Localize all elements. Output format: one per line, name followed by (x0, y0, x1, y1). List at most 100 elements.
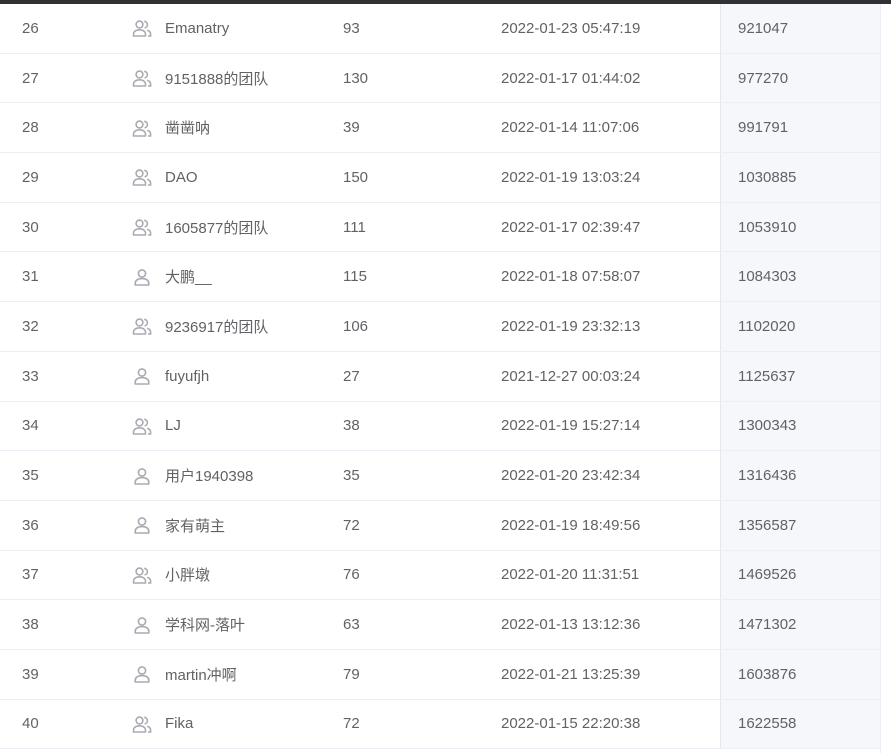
time-cell: 2022-01-19 13:03:24 (501, 168, 641, 186)
name-cell[interactable]: 大鹏__ (165, 252, 212, 301)
rank-cell: 28 (22, 119, 39, 137)
user-icon (132, 451, 152, 500)
score-cell: 1622558 (720, 699, 880, 749)
user-icon (132, 501, 152, 550)
time-cell: 2022-01-14 11:07:06 (501, 119, 640, 137)
team-icon (132, 54, 152, 103)
team-icon (132, 4, 152, 53)
score-cell: 1102020 (720, 302, 880, 351)
rank-cell: 38 (22, 616, 39, 634)
name-cell[interactable]: Fika (165, 700, 193, 749)
table-row[interactable]: 30 1605877的团队 111 2022-01-17 02:39:47 10… (0, 202, 880, 253)
table-row[interactable]: 33 fuyufjh 27 2021-12-27 00:03:24 112563… (0, 351, 880, 402)
time-cell: 2022-01-19 18:49:56 (501, 516, 641, 534)
time-cell: 2022-01-17 02:39:47 (501, 218, 641, 236)
name-cell[interactable]: 家有萌主 (165, 501, 225, 550)
score-cell: 1125637 (720, 351, 880, 401)
table-row[interactable]: 29 DAO 150 2022-01-19 13:03:24 1030885 (0, 153, 880, 203)
score-cell: 1469526 (720, 550, 880, 600)
count-cell: 115 (343, 268, 367, 286)
count-cell: 111 (343, 218, 366, 236)
leaderboard-table: 26 Emanatry 93 2022-01-23 05:47:19 92104… (0, 4, 880, 750)
time-cell: 2022-01-13 13:12:36 (501, 616, 641, 634)
count-cell: 130 (343, 69, 369, 87)
time-cell: 2022-01-21 13:25:39 (501, 665, 641, 683)
time-cell: 2022-01-18 07:58:07 (501, 268, 641, 286)
team-icon (132, 551, 152, 600)
time-cell: 2022-01-15 22:20:38 (501, 715, 641, 733)
rank-cell: 26 (22, 19, 39, 37)
count-cell: 150 (343, 168, 369, 186)
name-cell[interactable]: 学科网-落叶 (165, 600, 245, 649)
count-cell: 35 (343, 467, 360, 485)
table-row[interactable]: 35 用户1940398 35 2022-01-20 23:42:34 1316… (0, 451, 880, 501)
name-cell[interactable]: 凿凿呐 (165, 103, 210, 152)
count-cell: 106 (343, 317, 369, 335)
team-icon (132, 203, 152, 252)
count-cell: 63 (343, 616, 360, 634)
team-icon (132, 302, 152, 351)
name-cell[interactable]: DAO (165, 153, 198, 202)
rank-cell: 36 (22, 516, 39, 534)
table-row[interactable]: 38 学科网-落叶 63 2022-01-13 13:12:36 1471302 (0, 600, 880, 650)
table-row[interactable]: 34 LJ 38 2022-01-19 15:27:14 1300343 (0, 401, 880, 452)
team-icon (132, 103, 152, 152)
table-row[interactable]: 37 小胖墩 76 2022-01-20 11:31:51 1469526 (0, 550, 880, 601)
rank-cell: 33 (22, 367, 39, 385)
name-cell[interactable]: 小胖墩 (165, 551, 210, 600)
score-cell: 1603876 (720, 649, 880, 699)
count-cell: 27 (343, 367, 360, 385)
name-cell[interactable]: martin冲啊 (165, 650, 237, 699)
score-cell: 1471302 (720, 600, 880, 649)
score-cell: 977270 (720, 53, 880, 103)
count-cell: 38 (343, 417, 360, 435)
name-cell[interactable]: 1605877的团队 (165, 203, 268, 252)
time-cell: 2022-01-19 23:32:13 (501, 317, 641, 335)
table-row[interactable]: 39 martin冲啊 79 2022-01-21 13:25:39 16038… (0, 649, 880, 700)
name-cell[interactable]: 9151888的团队 (165, 54, 268, 103)
score-cell: 1030885 (720, 153, 880, 202)
user-icon (132, 650, 152, 699)
time-cell: 2021-12-27 00:03:24 (501, 367, 641, 385)
time-cell: 2022-01-23 05:47:19 (501, 19, 641, 37)
name-cell[interactable]: LJ (165, 402, 181, 451)
score-cell: 991791 (720, 103, 880, 153)
rank-cell: 35 (22, 467, 39, 485)
time-cell: 2022-01-20 11:31:51 (501, 566, 640, 584)
score-cell: 1316436 (720, 451, 880, 500)
table-row[interactable]: 26 Emanatry 93 2022-01-23 05:47:19 92104… (0, 4, 880, 54)
user-icon (132, 252, 152, 301)
count-cell: 79 (343, 665, 360, 683)
rank-cell: 39 (22, 665, 39, 683)
score-cell: 921047 (720, 4, 880, 53)
name-cell[interactable]: 用户1940398 (165, 451, 253, 500)
table-row[interactable]: 27 9151888的团队 130 2022-01-17 01:44:02 97… (0, 53, 880, 104)
score-cell: 1300343 (720, 401, 880, 451)
count-cell: 76 (343, 566, 360, 584)
score-cell: 1084303 (720, 252, 880, 302)
table-row[interactable]: 40 Fika 72 2022-01-15 22:20:38 1622558 (0, 699, 880, 750)
count-cell: 72 (343, 516, 360, 534)
rank-cell: 37 (22, 566, 39, 584)
rank-cell: 31 (22, 268, 39, 286)
rank-cell: 40 (22, 715, 39, 733)
table-row[interactable]: 36 家有萌主 72 2022-01-19 18:49:56 1356587 (0, 500, 880, 551)
name-cell[interactable]: 9236917的团队 (165, 302, 268, 351)
name-cell[interactable]: fuyufjh (165, 352, 209, 401)
table-body: 26 Emanatry 93 2022-01-23 05:47:19 92104… (0, 4, 880, 750)
count-cell: 72 (343, 715, 360, 733)
rank-cell: 29 (22, 168, 39, 186)
rank-cell: 32 (22, 317, 39, 335)
team-icon (132, 700, 152, 749)
team-icon (132, 153, 152, 202)
time-cell: 2022-01-17 01:44:02 (501, 69, 641, 87)
rank-cell: 27 (22, 69, 39, 87)
table-row[interactable]: 28 凿凿呐 39 2022-01-14 11:07:06 991791 (0, 103, 880, 154)
score-cell: 1356587 (720, 500, 880, 550)
table-row[interactable]: 32 9236917的团队 106 2022-01-19 23:32:13 11… (0, 302, 880, 352)
table-row[interactable]: 31 大鹏__ 115 2022-01-18 07:58:07 1084303 (0, 252, 880, 303)
count-cell: 39 (343, 119, 360, 137)
scrollbar-track[interactable] (880, 4, 891, 753)
count-cell: 93 (343, 19, 360, 37)
name-cell[interactable]: Emanatry (165, 4, 229, 53)
